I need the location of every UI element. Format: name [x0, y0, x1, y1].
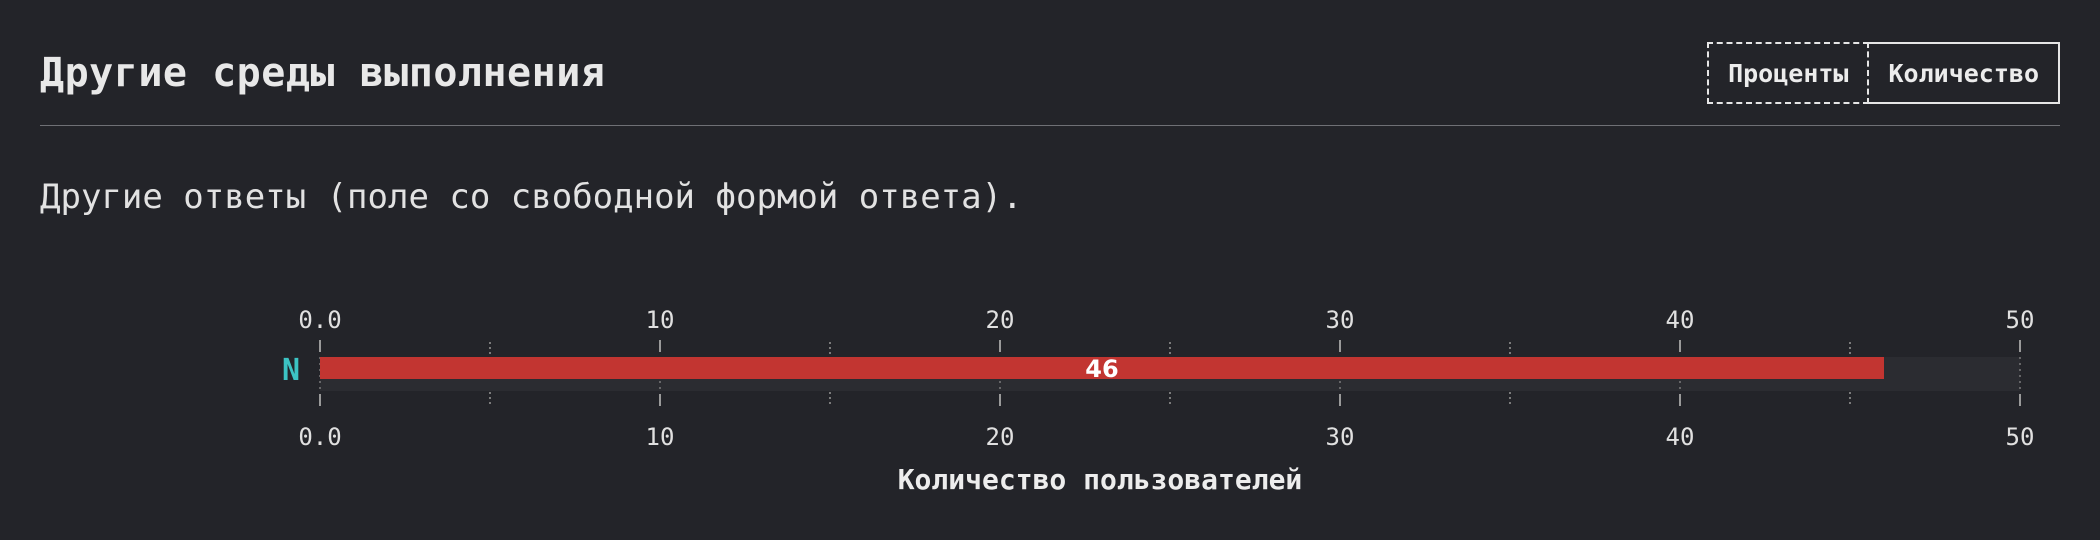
- bottom-axis-tick-label: 10: [646, 423, 675, 451]
- bottom-axis-tick-label: 50: [2006, 423, 2035, 451]
- x-axis-title: Количество пользователей: [898, 463, 1303, 496]
- top-axis-tick-label: 50: [2006, 306, 2035, 334]
- bottom-axis-tick-label: 40: [1666, 423, 1695, 451]
- top-axis-tick-label: 0.0: [298, 306, 341, 334]
- bottom-axis-tick-label: 30: [1326, 423, 1355, 451]
- bar-chart: 0.0 0.0 10 10 20 20 30 30 40 40 50 50 46 N Количество …: [282, 306, 2035, 496]
- display-mode-toggle: Проценты Количество: [1707, 42, 2060, 104]
- category-label: N: [282, 353, 300, 388]
- bar-value-label: 46: [1085, 355, 1118, 383]
- top-axis-tick-label: 20: [986, 306, 1015, 334]
- top-axis-tick-label: 10: [646, 306, 675, 334]
- percent-toggle-button[interactable]: Проценты: [1707, 42, 1870, 104]
- section-description: Другие ответы (поле со свободной формой …: [40, 177, 1023, 217]
- top-axis-tick-label: 30: [1326, 306, 1355, 334]
- top-axis-tick-label: 40: [1666, 306, 1695, 334]
- section-title: Другие среды выполнения: [40, 50, 606, 96]
- bottom-axis-tick-label: 20: [986, 423, 1015, 451]
- count-toggle-button[interactable]: Количество: [1869, 42, 2060, 104]
- section-header: Другие среды выполнения Проценты Количес…: [40, 40, 2060, 126]
- bottom-axis-tick-label: 0.0: [298, 423, 341, 451]
